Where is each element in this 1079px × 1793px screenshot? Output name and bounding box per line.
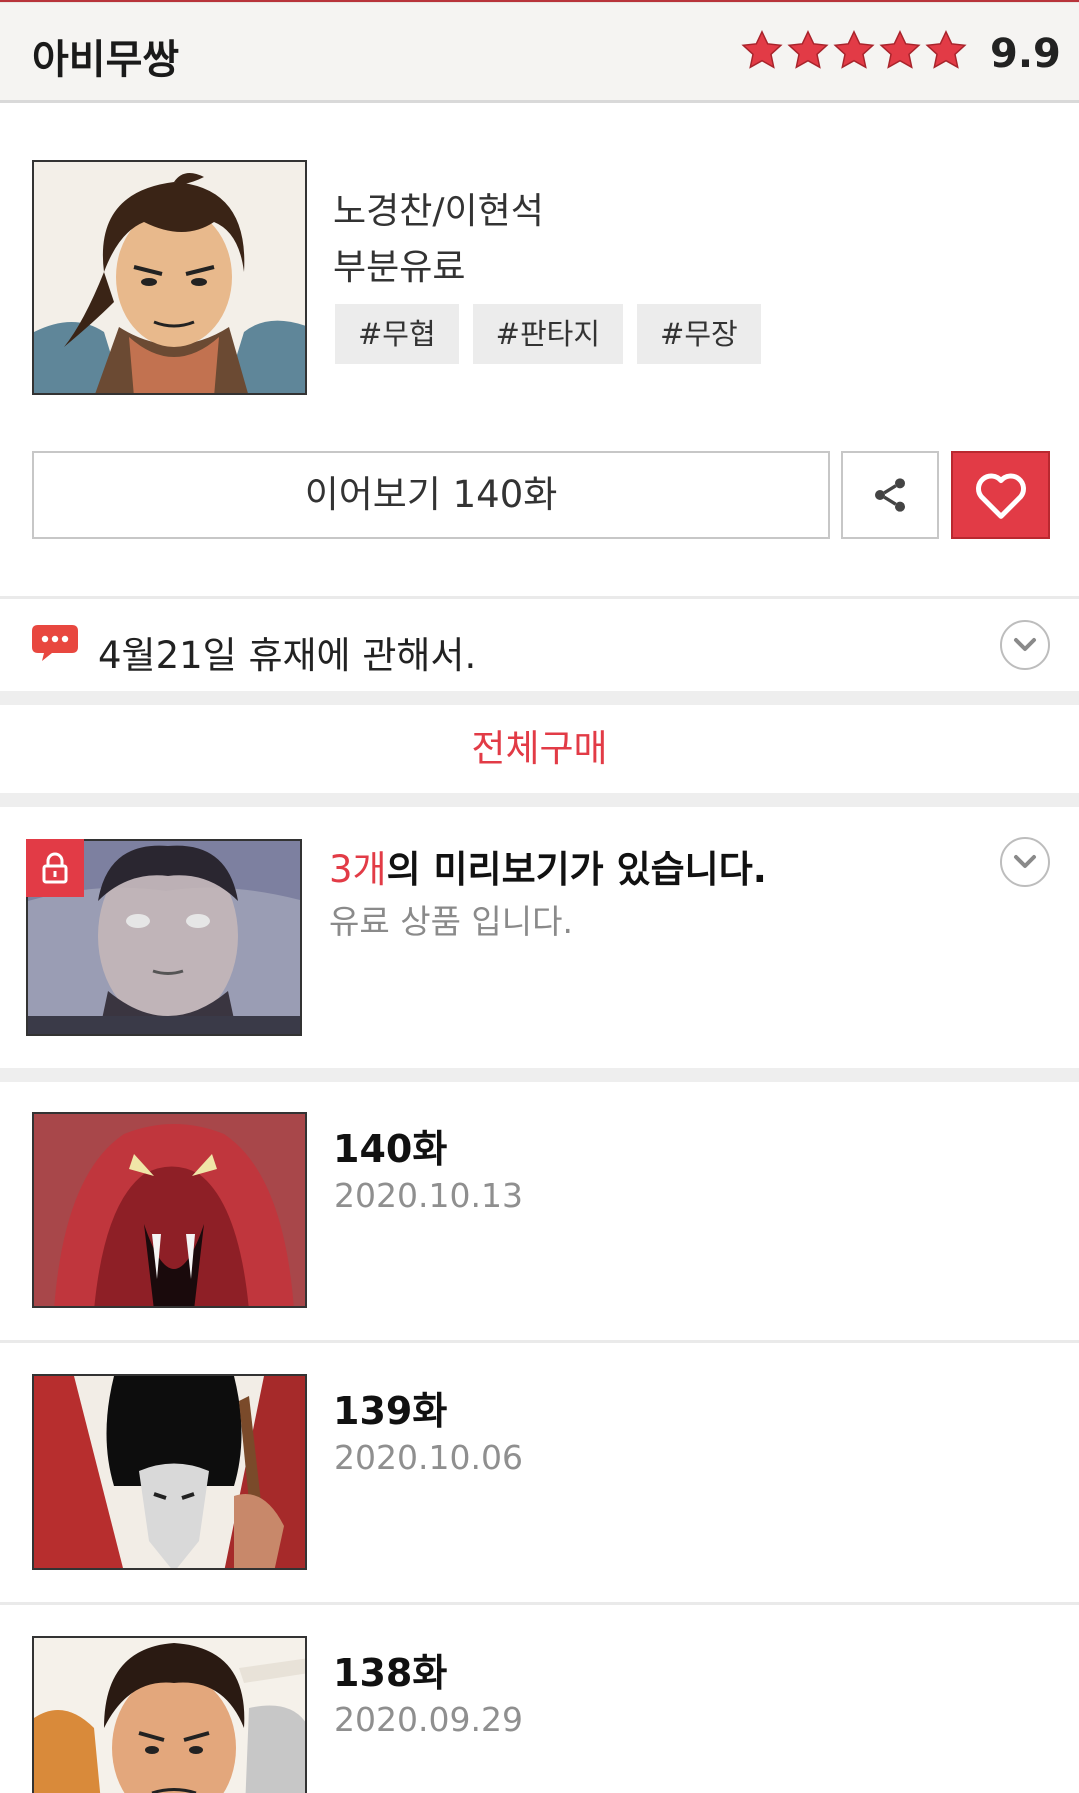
episode-number: 139화 <box>333 1389 448 1433</box>
section-divider <box>0 1602 1079 1605</box>
tag-item[interactable]: #판타지 <box>472 304 624 364</box>
chevron-down-icon <box>1014 638 1036 651</box>
preview-subtext: 유료 상품 입니다. <box>329 902 573 941</box>
section-divider <box>0 691 1079 705</box>
episode-number: 140화 <box>333 1127 448 1171</box>
share-button[interactable] <box>841 451 939 539</box>
continue-reading-button[interactable]: 이어보기 140화 <box>32 451 830 539</box>
episode-thumbnail <box>32 1112 307 1308</box>
lock-badge <box>26 839 84 897</box>
episode-row[interactable]: 140화 2020.10.13 <box>0 1082 1079 1342</box>
rating-stars <box>740 29 968 77</box>
chat-bubble-icon <box>32 625 78 661</box>
episode-thumbnail <box>32 1636 307 1793</box>
episode-date: 2020.10.06 <box>334 1438 523 1477</box>
author-name: 노경찬/이현석 <box>333 191 544 232</box>
section-divider <box>0 793 1079 807</box>
section-divider <box>0 1068 1079 1082</box>
genre-tags: #무협 #판타지 #무장 <box>335 304 761 364</box>
pricing-type: 부분유료 <box>333 247 466 288</box>
notice-text: 4월21일 휴재에 관해서. <box>98 634 477 677</box>
section-divider <box>0 1340 1079 1343</box>
expand-notice-button[interactable] <box>1000 620 1050 670</box>
rating-score: 9.9 <box>990 31 1061 77</box>
star-icon <box>925 30 967 69</box>
title-bar: 아비무쌍 9.9 <box>0 3 1079 103</box>
star-icon <box>787 30 829 69</box>
episode-thumbnail <box>32 1374 307 1570</box>
share-icon <box>875 478 905 512</box>
expand-preview-button[interactable] <box>1000 837 1050 887</box>
star-icon <box>879 30 921 69</box>
tag-item[interactable]: #무장 <box>637 304 761 364</box>
episode-number: 138화 <box>333 1651 448 1695</box>
chevron-down-icon <box>1014 855 1036 868</box>
preview-count: 3개 <box>329 848 387 891</box>
episode-row[interactable]: 138화 2020.09.29 <box>0 1606 1079 1793</box>
episode-date: 2020.10.13 <box>334 1176 523 1215</box>
preview-headline-text: 의 미리보기가 있습니다. <box>386 848 767 891</box>
preview-row[interactable]: 3개의 미리보기가 있습니다. 유료 상품 입니다. <box>0 807 1079 1070</box>
star-icon <box>741 30 783 69</box>
heart-icon <box>975 473 1026 519</box>
notice-row[interactable]: 4월21일 휴재에 관해서. <box>0 599 1079 691</box>
episode-date: 2020.09.29 <box>334 1700 523 1739</box>
page-title: 아비무쌍 <box>32 37 180 83</box>
buy-all-button[interactable]: 전체구매 <box>0 705 1079 793</box>
tag-item[interactable]: #무협 <box>335 304 459 364</box>
star-icon <box>833 30 875 69</box>
comic-info: 노경찬/이현석 부분유료 #무협 #판타지 #무장 이어보기 140화 <box>0 106 1079 596</box>
preview-headline: 3개의 미리보기가 있습니다. <box>329 839 767 893</box>
lock-icon <box>42 852 68 884</box>
episode-row[interactable]: 139화 2020.10.06 <box>0 1344 1079 1604</box>
cover-image <box>32 160 307 395</box>
favorite-button[interactable] <box>951 451 1050 539</box>
